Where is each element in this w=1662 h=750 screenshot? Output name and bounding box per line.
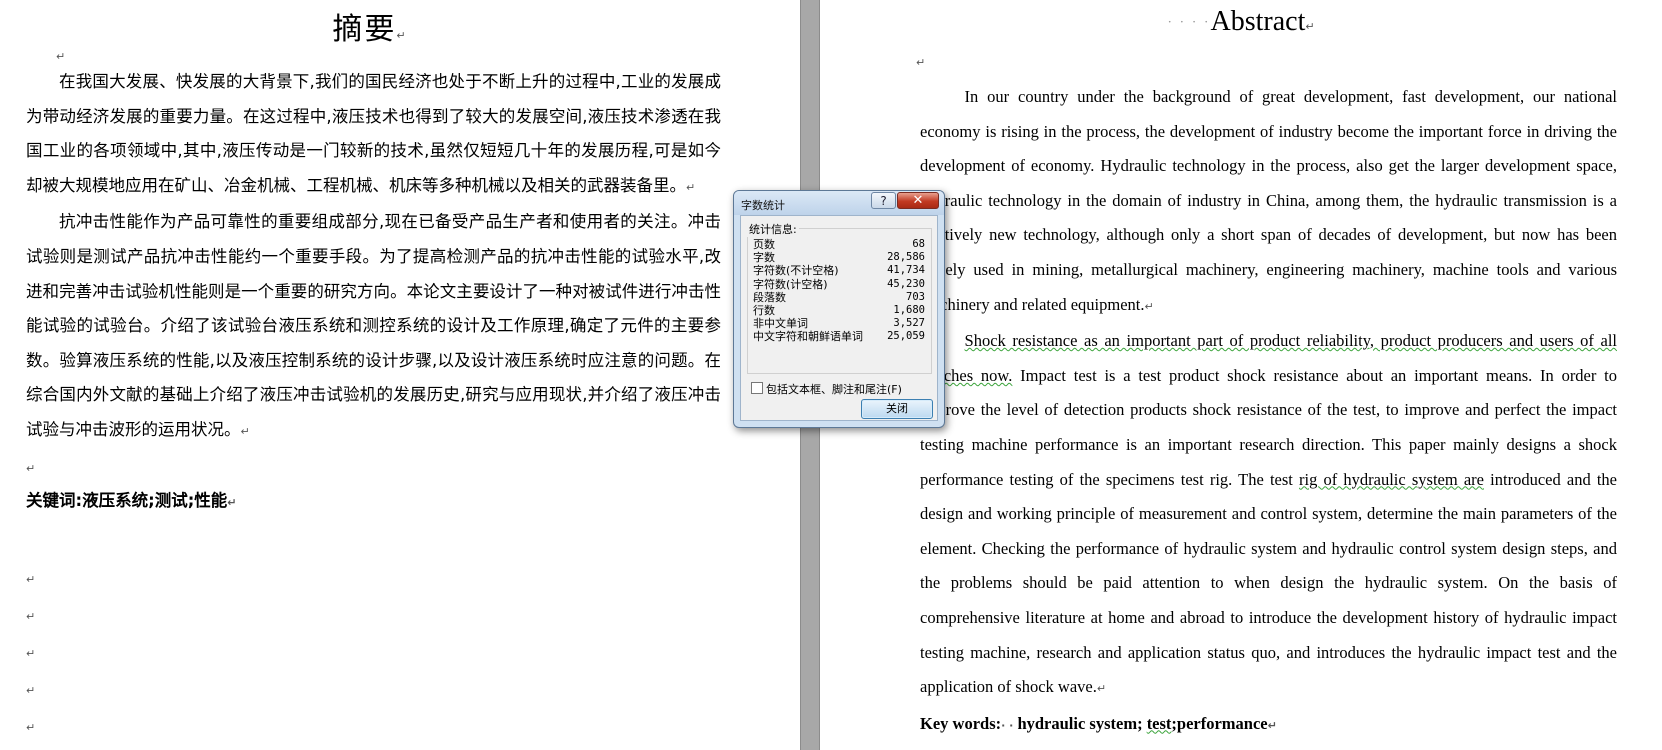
- stat-value: 45,230: [887, 277, 925, 290]
- chinese-title-text: 摘要: [332, 12, 397, 47]
- stat-row: 字符数(计空格) 45,230: [753, 278, 925, 291]
- paragraph-mark: ↵: [686, 180, 696, 194]
- paragraph-mark: ↵: [26, 610, 36, 623]
- stat-label: 非中文单词: [753, 317, 808, 331]
- stat-row: 非中文单词 3,527: [753, 317, 925, 330]
- stat-label: 页数: [753, 238, 775, 251]
- dialog-titlebar[interactable]: 字数统计 ? ✕: [734, 191, 944, 215]
- paragraph-mark: ↵: [1144, 299, 1154, 313]
- english-paragraph-1-text: In our country under the background of g…: [920, 87, 1617, 314]
- stat-label: 行数: [753, 303, 775, 317]
- english-title-text: Abstract: [1210, 6, 1306, 37]
- stat-value: 25,059: [887, 330, 925, 343]
- english-keywords: Key words:· · hydraulic system; test;per…: [920, 707, 1617, 744]
- chinese-body: 在我国大发展、快发展的大背景下,我们的国民经济也处于不断上升的过程中,工业的发展…: [26, 65, 721, 521]
- statistics-list: 页数 68 字数 28,586 字符数(不计空格) 41,734 字符数(计空格) 45…: [753, 238, 925, 344]
- stat-value: 703: [906, 290, 925, 303]
- stat-row: 中文字符和朝鲜语单词 25,059: [753, 330, 925, 343]
- paragraph-mark: ↵: [916, 56, 926, 69]
- paragraph-mark: ↵: [26, 647, 36, 660]
- stat-label: 字符数(不计空格): [753, 264, 839, 278]
- stat-label: 段落数: [753, 290, 786, 304]
- paragraph-mark: ↵: [240, 424, 250, 438]
- help-button[interactable]: ?: [871, 192, 896, 209]
- english-paragraph-2: Shock resistance as an important part of…: [920, 324, 1617, 707]
- stat-value: 68: [912, 238, 925, 250]
- chinese-paragraph-2-text: 抗冲击性能作为产品可靠性的重要组成部分,现在已备受产品生产者和使用者的关注。冲击…: [26, 212, 721, 439]
- word-count-dialog: 字数统计 ? ✕ 统计信息: 页数 68 字数 28,586 字符数(不计空格) 41…: [733, 190, 945, 428]
- paragraph-mark: ↵: [26, 721, 36, 734]
- close-button[interactable]: ✕: [897, 192, 939, 209]
- keywords-value-end: ;performance: [1171, 713, 1268, 733]
- stat-label: 中文字符和朝鲜语单词: [753, 330, 863, 344]
- stat-value: 28,586: [887, 251, 925, 264]
- english-paragraph-1: In our country under the background of g…: [920, 80, 1617, 324]
- chinese-keywords-text: 关键词:液压系统;测试;性能: [26, 491, 228, 511]
- keywords-label: Key words:: [920, 713, 1002, 733]
- paragraph-mark: ↵: [56, 50, 66, 63]
- stat-row: 段落数 703: [753, 291, 925, 304]
- checkbox-label: 包括文本框、脚注和尾注(F): [766, 383, 902, 396]
- dialog-title: 字数统计: [741, 199, 785, 212]
- paragraph-mark: ↵: [26, 684, 36, 697]
- stat-value: 41,734: [887, 264, 925, 277]
- paragraph-mark: ↵: [26, 573, 36, 586]
- space-dots: · ·: [1001, 718, 1014, 732]
- stat-label: 字数: [753, 251, 775, 265]
- stat-row: 行数 1,680: [753, 304, 925, 317]
- chinese-paragraph-2: 抗冲击性能作为产品可靠性的重要组成部分,现在已备受产品生产者和使用者的关注。冲击…: [26, 205, 721, 449]
- include-textbox-footnotes-checkbox[interactable]: 包括文本框、脚注和尾注(F): [751, 381, 902, 397]
- stat-row: 页数 68: [753, 238, 925, 251]
- stat-row: 字数 28,586: [753, 251, 925, 264]
- chinese-page-title: 摘要↵: [0, 4, 740, 48]
- checkbox-box[interactable]: [751, 382, 763, 394]
- dialog-content: 统计信息: 页数 68 字数 28,586 字符数(不计空格) 41,734 字符数(…: [740, 215, 938, 421]
- close-dialog-button[interactable]: 关闭: [861, 399, 933, 419]
- english-page-title: · · · ·Abstract↵: [820, 6, 1662, 38]
- stat-value: 1,680: [893, 303, 925, 316]
- keywords-flagged: test: [1146, 713, 1172, 733]
- stat-label: 字符数(计空格): [753, 277, 828, 291]
- grammar-flagged-text: rig of hydraulic system are: [1299, 469, 1484, 489]
- title-space-dots: · · · ·: [1167, 15, 1211, 31]
- stat-value: 3,527: [893, 317, 925, 330]
- english-body: In our country under the background of g…: [920, 80, 1617, 743]
- paragraph-mark: ↵: [26, 461, 36, 475]
- english-paragraph-2-text-end: introduced and the design and working pr…: [920, 469, 1618, 697]
- chinese-keywords: 关键词:液压系统;测试;性能↵: [26, 484, 721, 521]
- chinese-paragraph-1: 在我国大发展、快发展的大背景下,我们的国民经济也处于不断上升的过程中,工业的发展…: [26, 65, 721, 205]
- chinese-abstract-page: 摘要↵ ↵ 在我国大发展、快发展的大背景下,我们的国民经济也处于不断上升的过程中…: [0, 0, 800, 750]
- paragraph-mark: ↵: [1267, 718, 1277, 732]
- paragraph-mark: ↵: [227, 496, 237, 510]
- english-abstract-page: · · · ·Abstract↵ ↵ In our country under …: [820, 0, 1662, 750]
- empty-paragraphs: ↵ ↵ ↵ ↵ ↵: [26, 568, 35, 750]
- paragraph-mark: ↵: [1096, 682, 1107, 696]
- paragraph-mark: ↵: [396, 29, 408, 42]
- keywords-value: hydraulic system;: [1017, 713, 1147, 733]
- chinese-paragraph-1-text: 在我国大发展、快发展的大背景下,我们的国民经济也处于不断上升的过程中,工业的发展…: [26, 72, 721, 195]
- statistics-group-label: 统计信息:: [747, 221, 799, 237]
- paragraph-mark: ↵: [1305, 20, 1315, 33]
- stat-row: 字符数(不计空格) 41,734: [753, 264, 925, 277]
